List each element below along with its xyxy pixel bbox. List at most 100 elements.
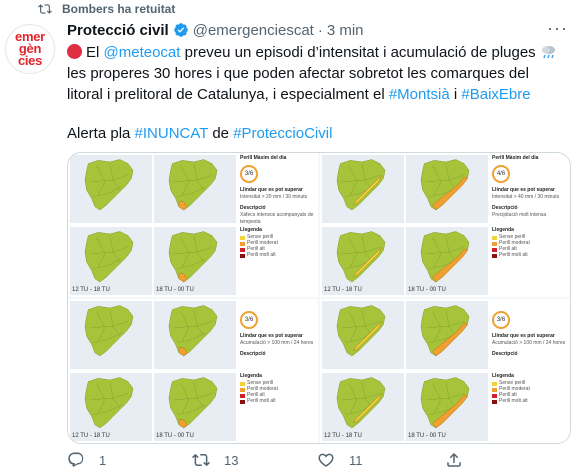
description-text: Xàfecs intensos acompanyats de tempesta — [240, 212, 314, 225]
legend-swatch — [492, 400, 497, 404]
verified-icon — [173, 23, 188, 37]
map-cell — [322, 155, 404, 223]
catalonia-map — [168, 377, 218, 429]
legend-title: Llegenda — [492, 373, 514, 379]
timestamp[interactable]: 3 min — [327, 22, 364, 39]
reply-button[interactable]: 1 — [67, 451, 192, 469]
legend-swatch — [240, 400, 245, 404]
author-handle[interactable]: @emergenciescat — [193, 22, 314, 39]
map-cell: 18 TU - 00 TU — [406, 227, 488, 295]
hashtag-inuncat[interactable]: #INUNCAT — [135, 125, 209, 142]
catalonia-map — [84, 159, 134, 211]
separator-dot: · — [317, 21, 323, 39]
tweet-header: Protecció civil @emergenciescat · 3 min — [67, 20, 364, 40]
legend-swatch — [240, 388, 245, 392]
author-name[interactable]: Protecció civil — [67, 22, 169, 39]
catalonia-map — [420, 305, 470, 357]
mention-link[interactable]: @meteocat — [104, 44, 181, 61]
legend-swatch — [240, 394, 245, 398]
tweet-actions: 1 13 11 — [67, 448, 567, 472]
retweet-icon — [38, 4, 52, 14]
tweet-text-part2: preveu un episodi d’intensitat i acumula… — [180, 44, 540, 61]
map-cell: 18 TU - 00 TU — [406, 373, 488, 441]
forecast-panel[interactable]: 12 TU - 18 TU 18 TU - 00 TU 3/6 Llindar que… — [320, 299, 570, 443]
catalonia-map — [336, 305, 386, 357]
threshold-title: Llindar que es pot superar — [492, 187, 555, 193]
threshold-detail: Acumulació > 100 mm / 24 hores — [492, 340, 566, 346]
like-button[interactable]: 11 — [317, 451, 445, 469]
legend-swatch — [240, 236, 245, 240]
avatar[interactable]: emer gèn cies — [5, 24, 55, 74]
map-cell — [70, 155, 152, 223]
catalonia-map — [84, 305, 134, 357]
legend-swatch — [240, 248, 245, 252]
threshold-title: Llindar que es pot superar — [492, 333, 555, 339]
map-time-label: 12 TU - 18 TU — [72, 287, 110, 293]
map-time-label: 18 TU - 00 TU — [408, 287, 446, 293]
rain-cloud-icon — [541, 46, 555, 59]
legend-title: Llegenda — [240, 373, 262, 379]
map-cell: 12 TU - 18 TU — [322, 227, 404, 295]
share-button[interactable] — [445, 451, 463, 469]
map-time-label: 18 TU - 00 TU — [156, 433, 194, 439]
threshold-title: Llindar que es pot superar — [240, 333, 303, 339]
map-cell: 12 TU - 18 TU — [322, 373, 404, 441]
hashtag-baixebre[interactable]: #BaixEbre — [461, 86, 530, 103]
map-cell: 12 TU - 18 TU — [70, 373, 152, 441]
retweet-button[interactable]: 13 — [192, 451, 317, 469]
retweet-action-icon — [192, 453, 210, 467]
catalonia-map — [168, 305, 218, 357]
catalonia-map — [420, 377, 470, 429]
danger-level-badge: 4/6 — [492, 165, 510, 183]
legend-swatch — [492, 248, 497, 252]
map-cell: 12 TU - 18 TU — [70, 227, 152, 295]
description-title: Descripció — [240, 351, 266, 357]
legend-swatch — [492, 242, 497, 246]
tweet-text-part4: i — [449, 86, 462, 103]
map-cell — [406, 155, 488, 223]
legend-swatch — [492, 254, 497, 258]
red-circle-icon — [67, 44, 82, 59]
catalonia-map — [420, 159, 470, 211]
map-cell — [154, 155, 236, 223]
description-title: Descripció — [240, 205, 266, 211]
hashtag-proteccio-civil[interactable]: #ProteccioCivil — [233, 125, 332, 142]
alert-line: Alerta pla #INUNCAT de #ProteccioCivil — [67, 124, 332, 144]
legend-swatch — [492, 382, 497, 386]
map-time-label: 12 TU - 18 TU — [72, 433, 110, 439]
danger-title: Perill Màxim del dia — [492, 155, 539, 161]
catalonia-map — [336, 377, 386, 429]
threshold-detail: Acumulació > 100 mm / 24 hores — [240, 340, 314, 346]
legend-swatch — [240, 254, 245, 258]
tweet-text: El @meteocat preveu un episodi d’intensi… — [67, 42, 567, 105]
retweet-count: 13 — [224, 452, 239, 468]
map-time-label: 12 TU - 18 TU — [324, 433, 362, 439]
description-text: Precipitació molt intensa — [492, 212, 547, 218]
map-cell — [70, 301, 152, 369]
heart-icon — [318, 453, 334, 467]
tweet-text-part1: El — [86, 44, 104, 61]
forecast-panel[interactable]: 12 TU - 18 TU 18 TU - 00 TU Perill Màxim d… — [320, 153, 570, 297]
map-time-label: 12 TU - 18 TU — [324, 287, 362, 293]
forecast-panel[interactable]: 12 TU - 18 TU 18 TU - 00 TU Perill Màxim d… — [68, 153, 318, 297]
legend-label: Perill molt alt — [499, 252, 528, 258]
retweet-label: Bombers ha retuitat — [62, 2, 176, 16]
reply-count: 1 — [99, 452, 107, 468]
legend-label: Perill molt alt — [499, 398, 528, 404]
legend-swatch — [492, 236, 497, 240]
forecast-panel[interactable]: 12 TU - 18 TU 18 TU - 00 TU 3/6 Llindar que… — [68, 299, 318, 443]
legend-title: Llegenda — [492, 227, 514, 233]
danger-level-badge: 3/6 — [240, 311, 258, 329]
catalonia-map — [168, 231, 218, 283]
map-cell: 18 TU - 00 TU — [154, 373, 236, 441]
media-grid[interactable]: 12 TU - 18 TU 18 TU - 00 TU Perill Màxim d… — [67, 152, 571, 444]
hashtag-montsia[interactable]: #Montsià — [389, 86, 450, 103]
map-cell — [322, 301, 404, 369]
more-options-icon[interactable]: ··· — [547, 18, 568, 39]
retweet-indicator[interactable]: Bombers ha retuitat — [38, 0, 175, 18]
catalonia-map — [168, 159, 218, 211]
threshold-title: Llindar que es pot superar — [240, 187, 303, 193]
threshold-detail: Intensitat > 20 mm / 30 minuts — [240, 194, 308, 200]
map-cell: 18 TU - 00 TU — [154, 227, 236, 295]
danger-level-badge: 3/6 — [240, 165, 258, 183]
